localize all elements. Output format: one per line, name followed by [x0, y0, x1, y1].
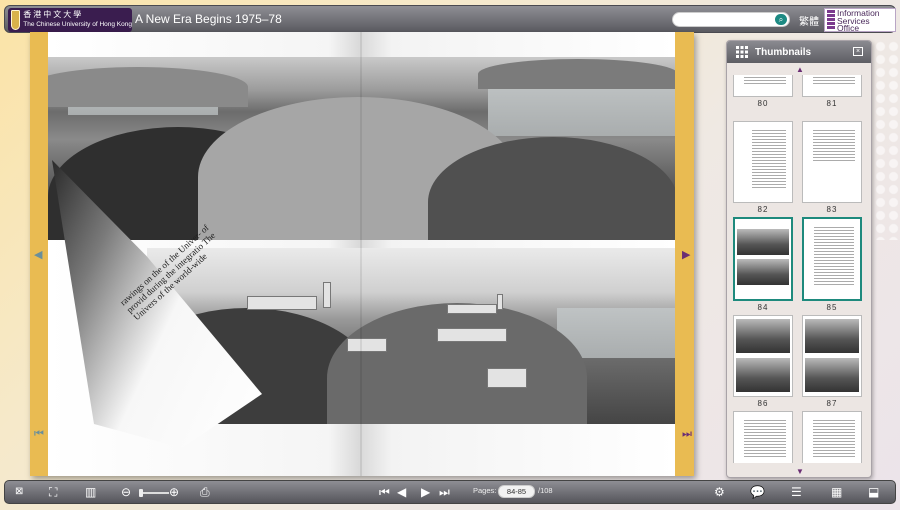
print-icon[interactable]: ⎙ [200, 485, 210, 499]
book-spine [360, 32, 362, 476]
settings-gear-icon[interactable]: ⚙ [714, 485, 725, 499]
bottom-toolbar: ⊠ ⛶ ▥ ⊖ ⊕ ⎙ ⏮ ◀ ▶ ⏭ Pages: 84-85 /108 ⚙ … [4, 480, 896, 504]
scroll-down-arrow-icon[interactable]: ▼ [796, 467, 804, 476]
thumbnails-title: Thumbnails [755, 46, 812, 58]
next-page-arrow-icon[interactable]: ▶ [682, 248, 690, 261]
thumbnail-88[interactable] [732, 411, 794, 463]
pages-total: /108 [538, 486, 553, 495]
book-title: A New Era Begins 1975–78 [135, 12, 282, 26]
top-bar: 香港中文大學 The Chinese University of Hong Ko… [4, 5, 896, 33]
thumbnail-86[interactable]: 86 [732, 315, 794, 408]
thumbnail-label: 82 [757, 205, 769, 214]
thumbnail-label: 83 [826, 205, 838, 214]
download-icon[interactable]: ⬓ [868, 485, 879, 499]
iso-logo[interactable]: Information Services Office [824, 8, 896, 32]
thumbnails-panel: Thumbnails × ▲ 80 81 82 83 84 85 86 87 ▼ [726, 40, 872, 478]
zoom-out-icon[interactable]: ⊖ [121, 485, 131, 499]
thumbnails-toggle-icon[interactable]: ▦ [831, 485, 842, 499]
thumbnail-label: 87 [826, 399, 838, 408]
iso-mark-icon [827, 10, 835, 30]
thumbnail-label: 86 [757, 399, 769, 408]
thumbnail-label: 80 [757, 99, 769, 108]
prev-page-arrow-icon[interactable]: ◀ [34, 248, 42, 261]
logo-chinese-name: 香港中文大學 [23, 10, 84, 19]
iso-line-3: Office [837, 23, 860, 33]
first-page-arrow-icon[interactable]: ⏮ [34, 428, 44, 441]
search-icon[interactable]: ⌕ [775, 14, 787, 25]
last-page-icon[interactable]: ⏭ [439, 485, 450, 499]
thumbnails-header: Thumbnails [727, 41, 871, 63]
close-panel-icon[interactable]: × [853, 47, 863, 56]
next-page-icon[interactable]: ▶ [421, 485, 430, 499]
last-page-arrow-icon[interactable]: ⏭ [682, 428, 692, 441]
exit-icon[interactable]: ⊠ [15, 485, 23, 499]
thumbnail-81[interactable]: 81 [801, 75, 863, 108]
thumbnail-84[interactable]: 84 [732, 217, 794, 312]
previous-page-icon[interactable]: ◀ [397, 485, 406, 499]
thumbnail-87[interactable]: 87 [801, 315, 863, 408]
comments-icon[interactable]: 💬 [750, 485, 765, 499]
thumbnail-89[interactable] [801, 411, 863, 463]
thumbnail-list: 80 81 82 83 84 85 86 87 [732, 75, 868, 463]
page-number-input[interactable]: 84-85 [498, 485, 535, 498]
fit-page-icon[interactable]: ▥ [85, 485, 96, 499]
decorative-dots [874, 40, 900, 240]
table-of-contents-icon[interactable]: ☰ [791, 485, 802, 499]
thumbnail-label: 85 [826, 303, 838, 312]
zoom-slider-handle[interactable] [139, 489, 143, 497]
thumbnail-80[interactable]: 80 [732, 75, 794, 108]
zoom-slider[interactable] [141, 492, 169, 494]
scroll-up-arrow-icon[interactable]: ▲ [796, 65, 804, 74]
thumbnail-label: 84 [757, 303, 769, 312]
cuhk-crest-icon [11, 10, 21, 30]
thumbnail-85[interactable]: 85 [801, 217, 863, 312]
fullscreen-icon[interactable]: ⛶ [49, 485, 57, 499]
cuhk-logo[interactable]: 香港中文大學 The Chinese University of Hong Ko… [8, 8, 132, 32]
zoom-in-icon[interactable]: ⊕ [169, 485, 179, 499]
thumbnails-grid-icon [736, 46, 748, 58]
pages-label: Pages: [473, 486, 497, 495]
thumbnail-83[interactable]: 83 [801, 121, 863, 214]
thumbnail-82[interactable]: 82 [732, 121, 794, 214]
language-toggle[interactable]: 繁體 [799, 13, 819, 28]
logo-english-name: The Chinese University of Hong Kong [23, 21, 132, 28]
search-input[interactable]: ⌕ [672, 12, 790, 27]
thumbnail-label: 81 [826, 99, 838, 108]
first-page-icon[interactable]: ⏮ [379, 485, 390, 499]
